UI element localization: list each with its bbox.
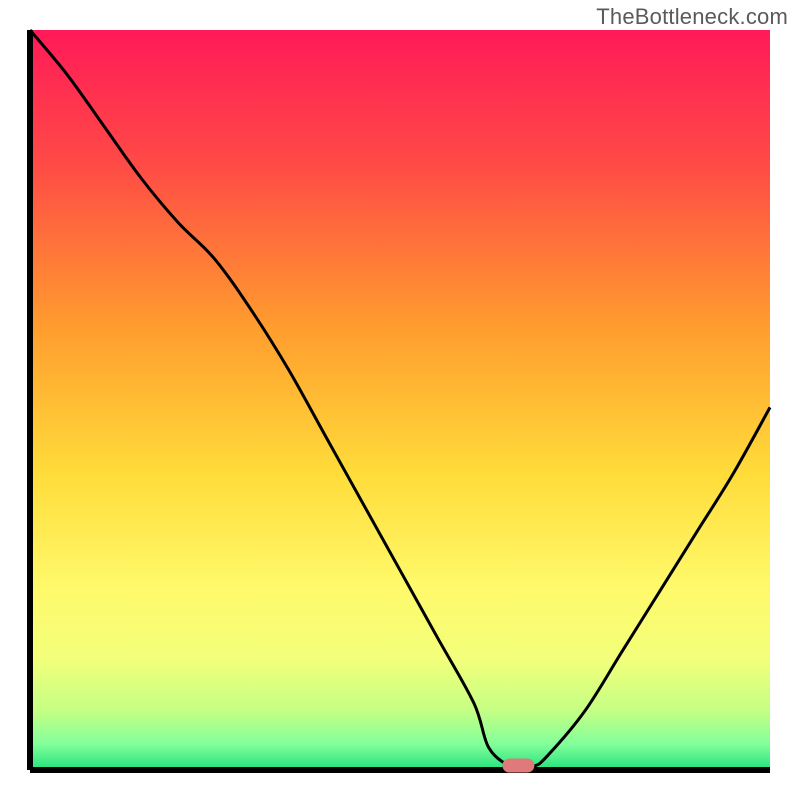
watermark-label: TheBottleneck.com xyxy=(596,4,788,30)
bottleneck-chart xyxy=(0,0,800,800)
optimal-marker xyxy=(502,759,534,773)
chart-container: TheBottleneck.com xyxy=(0,0,800,800)
chart-background xyxy=(30,30,770,770)
